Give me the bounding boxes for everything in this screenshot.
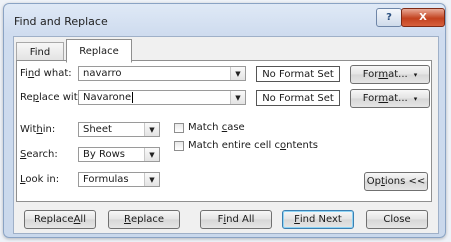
look-in-select[interactable]: Formulas ▼	[78, 172, 160, 187]
replace-with-input[interactable]: Navarone ▼	[78, 90, 246, 105]
chevron-down-icon: ▾	[413, 94, 418, 103]
match-entire-cell-checkbox[interactable]	[174, 141, 184, 151]
find-what-input[interactable]: navarro ▼	[78, 66, 246, 81]
tab-replace[interactable]: Replace	[66, 39, 132, 63]
tab-replace-label: Replace	[79, 45, 119, 57]
within-value: Sheet	[83, 124, 112, 135]
text-caret	[132, 92, 134, 103]
find-what-value: navarro	[83, 68, 122, 79]
chevron-down-icon: ▾	[413, 70, 418, 79]
find-format-preview: No Format Set	[256, 66, 340, 82]
within-label: Within:	[20, 124, 56, 135]
replace-with-value: Navarone	[83, 92, 132, 103]
search-label: Search:	[20, 149, 58, 160]
within-select[interactable]: Sheet ▼	[78, 122, 160, 137]
find-what-dropdown-icon[interactable]: ▼	[230, 67, 245, 80]
match-case-checkbox[interactable]	[174, 123, 184, 133]
close-window-button[interactable]: X	[401, 8, 445, 27]
replace-format-preview: No Format Set	[256, 90, 340, 106]
find-format-button[interactable]: For m at... ▾	[350, 65, 430, 84]
match-case-label[interactable]: Match case	[188, 122, 245, 133]
look-in-label: Look in:	[20, 174, 60, 185]
within-dropdown-icon[interactable]: ▼	[144, 123, 159, 136]
dialog-title: Find and Replace	[14, 15, 108, 28]
look-in-value: Formulas	[83, 174, 129, 185]
match-entire-cell-label[interactable]: Match entire cell contents	[188, 140, 318, 151]
search-dropdown-icon[interactable]: ▼	[144, 148, 159, 161]
search-select[interactable]: By Rows ▼	[78, 147, 160, 162]
tab-find[interactable]: Find	[16, 42, 64, 61]
replace-all-button[interactable]: Replace All	[24, 210, 96, 229]
find-all-button[interactable]: Fi nd All	[200, 210, 272, 229]
replace-button[interactable]: Replace	[108, 210, 180, 229]
help-button[interactable]: ?	[376, 8, 402, 27]
replace-format-button[interactable]: For m at... ▾	[350, 89, 430, 108]
close-button[interactable]: Close	[366, 210, 428, 229]
find-next-button[interactable]: Find Next	[282, 210, 354, 229]
search-value: By Rows	[83, 149, 125, 160]
options-button[interactable]: Op t ions <<	[364, 172, 428, 191]
look-in-dropdown-icon[interactable]: ▼	[144, 173, 159, 186]
find-what-label: Find what:	[20, 68, 72, 79]
tab-find-label: Find	[29, 46, 51, 58]
replace-with-dropdown-icon[interactable]: ▼	[230, 91, 245, 104]
